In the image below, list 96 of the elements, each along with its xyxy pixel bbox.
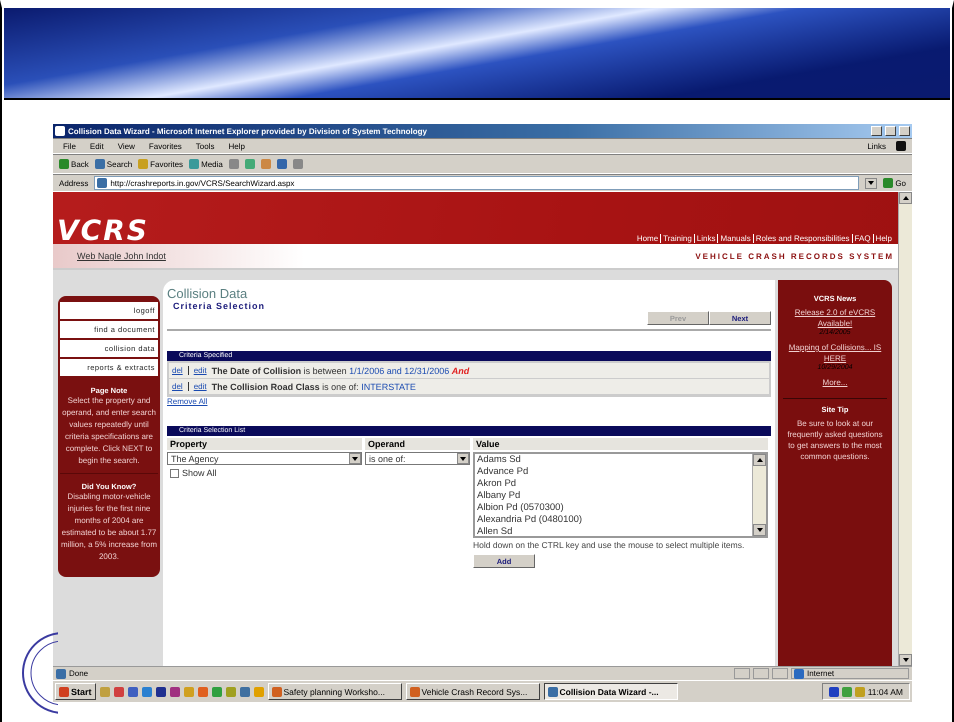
list-option[interactable]: Allen Sd [477,526,750,536]
note-text: Select the property and operand, and enter search values repeatedly until criteria specifications are complete. Click NEXT to begin the search. [61,395,157,467]
toolbar-icon [59,159,69,169]
caret-icon [902,196,908,200]
caret-icon [460,456,466,460]
window-title: Collision Data Wizard - Microsoft Internet Explorer provided by Division of System Technology [68,126,428,136]
menu-item[interactable]: Tools [192,142,218,150]
delete-link[interactable]: del [172,366,183,375]
toolbar-button[interactable]: Back [59,159,89,169]
column-header: Value [473,438,768,450]
edit-link[interactable]: edit [188,366,207,375]
toolbar-icon [189,159,200,169]
caret-icon [352,456,358,460]
criteria-text: The Collision Road Class is one of: INTERSTATE [212,382,416,392]
delete-link[interactable]: del [172,382,183,391]
operand-select[interactable]: is one of: [365,452,470,465]
taskbar-button[interactable]: Vehicle Crash Record Sys... [406,683,540,700]
note-text: Disabling motor-vehicle injuries for the first nine months of 2004 are estimated to be about 1.77 million, a 5% increase from 2003. [60,491,158,563]
quick-launch-icon[interactable] [240,686,250,696]
toolbar-icon [94,159,105,169]
nav-link[interactable]: Home [634,234,660,243]
links-button[interactable]: Links [863,142,890,150]
scroll-down-button[interactable] [753,524,766,536]
toolbar-icon[interactable] [228,159,239,169]
nav-link[interactable]: Links [694,234,718,243]
status-text: Done [69,669,88,678]
news-link[interactable]: Mapping of Collisions... IS HERE [783,342,887,364]
tip-text: Be sure to look at our frequently asked questions to get answers to the most common questions. [786,418,884,462]
tray-icon [828,686,839,696]
column-header: Operand [365,438,470,450]
start-button[interactable]: Start [55,683,96,700]
nav-link[interactable]: Manuals [717,234,753,243]
show-all-checkbox[interactable]: Show All [170,468,362,478]
go-button[interactable]: Go [883,178,906,188]
nav-link[interactable]: FAQ [852,234,873,243]
toolbar-icon[interactable] [260,159,271,169]
edit-link[interactable]: edit [188,382,207,391]
list-option[interactable]: Advance Pd [477,466,750,478]
zone-indicator: Internet [791,668,909,679]
minimize-icon[interactable] [871,126,882,136]
maximize-icon[interactable] [885,126,896,136]
taskbar-button[interactable]: Collision Data Wizard -... [544,683,678,700]
remove-all-link[interactable]: Remove All [167,397,208,406]
caret-icon [868,181,874,185]
address-label: Address [59,178,88,188]
quick-launch-icon[interactable] [114,686,124,696]
quick-launch-icon[interactable] [170,686,180,696]
column-header: Property [167,438,362,450]
scroll-up-button[interactable] [899,192,912,204]
nav-link[interactable]: Help [872,234,894,243]
tray-icon [842,686,852,696]
news-link[interactable]: Release 2.0 of eVCRS Available! [783,307,887,329]
user-link[interactable]: Web Nagle John Indot [77,251,166,261]
toolbar-icon[interactable] [276,159,287,169]
address-field[interactable]: http://crashreports.in.gov/VCRS/SearchWizard.aspx [94,176,860,190]
property-select[interactable]: The Agency [167,452,362,465]
toolbar-icon[interactable] [292,159,303,169]
scroll-up-button[interactable] [753,454,766,466]
value-listbox[interactable]: Adams Sd Advance Pd Akron Pd Albany Pd Albion Pd (0570300) Alexandria Pd (0480100) Allen Sd [473,452,768,538]
taskbar-button[interactable]: Safety planning Worksho... [268,683,402,700]
caret-icon [756,458,762,462]
toolbar-icon [138,159,148,169]
menu-item[interactable]: Edit [86,142,108,150]
page-title: Collision Data [167,286,248,301]
caret-icon [902,658,908,662]
dropdown-button[interactable] [865,178,878,188]
scroll-down-button[interactable] [899,654,912,666]
toolbar-icon[interactable] [244,159,255,169]
list-option[interactable]: Adams Sd [477,454,750,466]
list-option[interactable]: Alexandria Pd (0480100) [477,514,750,526]
site-logo: VCRS [57,216,149,246]
quick-launch-icon[interactable] [128,686,138,696]
close-icon[interactable] [899,126,910,136]
toolbar-button[interactable]: Media [189,159,223,169]
menu-item[interactable]: File [59,142,80,150]
quick-launch-icon[interactable] [156,686,166,696]
app-icon [548,686,558,696]
list-option[interactable]: Albany Pd [477,490,750,502]
nav-link[interactable]: Roles and Responsibilities [752,234,852,243]
clock: 11:04 AM [868,686,903,696]
caret-icon [756,528,762,532]
page-subtitle: Criteria Selection [173,301,266,311]
app-icon [272,686,282,696]
toolbar-button[interactable]: Favorites [138,159,184,169]
more-link[interactable]: More... [822,377,848,388]
menu-item[interactable]: Favorites [144,142,186,150]
menu-item[interactable]: Help [224,142,249,150]
list-option[interactable]: Albion Pd (0570300) [477,502,750,514]
criteria-text: The Date of Collision is between 1/1/2006 and 12/31/2006 And [212,366,470,376]
menu-item[interactable]: View [114,142,139,150]
nav-link[interactable]: Training [660,234,694,243]
hint-text: Hold down on the CTRL key and use the mouse to select multiple items. [473,540,746,550]
list-option[interactable]: Akron Pd [477,478,750,490]
toolbar-button[interactable]: Search [94,159,132,169]
app-icon [410,686,420,696]
site-tagline: VEHICLE CRASH RECORDS SYSTEM [695,252,894,260]
